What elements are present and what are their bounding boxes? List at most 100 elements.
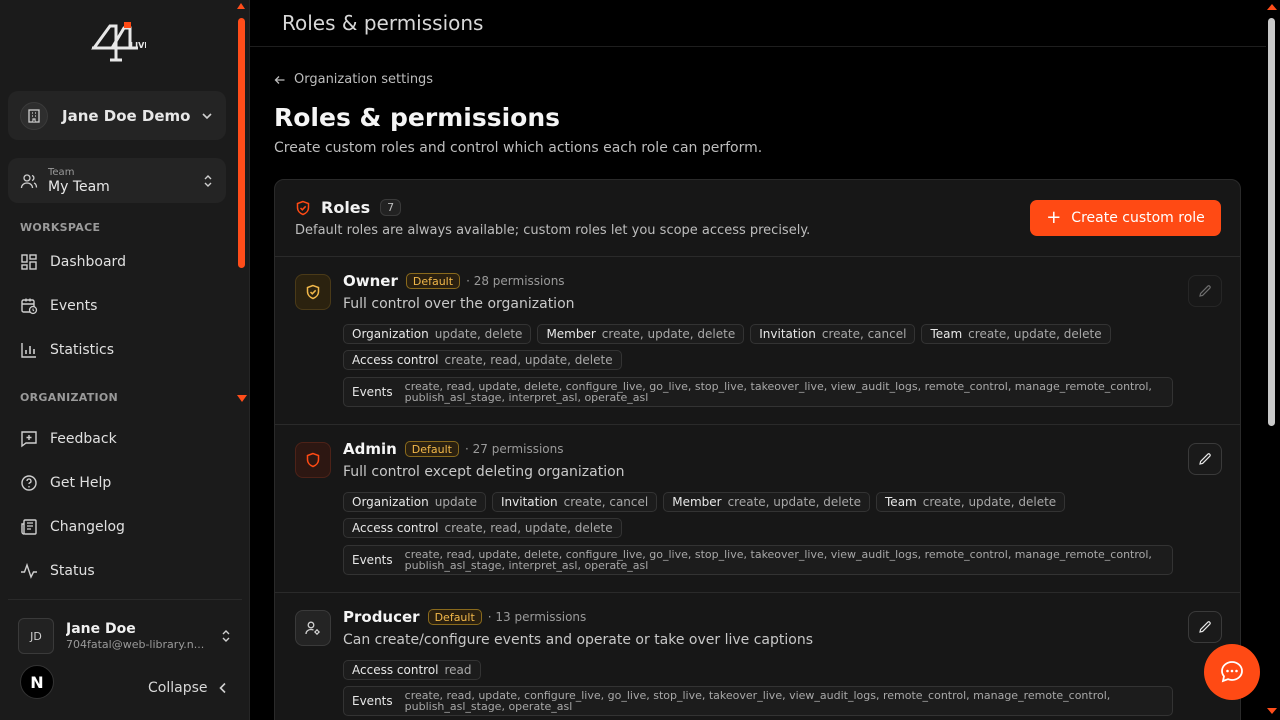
organization-name: Jane Doe Demo — [62, 106, 191, 125]
chip-actions: read — [444, 663, 472, 677]
role-description: Full control except deleting organizatio… — [343, 464, 625, 480]
chip-actions: create, cancel — [563, 495, 649, 509]
events-permission-chip: Events create, read, update, delete, con… — [343, 545, 1173, 575]
role-description: Can create/configure events and operate … — [343, 632, 814, 648]
sidebar-item-dashboard[interactable]: Dashboard — [20, 250, 126, 274]
scroll-up-arrow-icon[interactable] — [237, 3, 245, 9]
team-switcher[interactable]: Team My Team — [8, 158, 226, 203]
sidebar-item-get-help[interactable]: Get Help — [20, 471, 111, 495]
permission-chip: Invitation create, cancel — [492, 492, 658, 512]
sidebar-item-events[interactable]: Events — [20, 294, 97, 318]
role-icon-producer — [295, 610, 331, 646]
chip-actions: create, read, update, delete — [444, 521, 613, 535]
roles-count-badge: 7 — [380, 199, 402, 216]
sidebar-item-label: Feedback — [50, 431, 117, 447]
events-permission-chip: Events create, read, update, delete, con… — [343, 377, 1173, 407]
pencil-icon — [1199, 621, 1211, 633]
main-scroll-thumb[interactable] — [1268, 18, 1275, 426]
chat-support-button[interactable] — [1204, 644, 1260, 700]
chat-bubble-icon — [1221, 661, 1243, 683]
message-plus-icon — [21, 431, 37, 448]
edit-role-button[interactable] — [1188, 443, 1222, 475]
permission-chip: Invitation create, cancel — [750, 324, 916, 344]
sidebar-item-label: Statistics — [50, 342, 114, 358]
page-title: Roles & permissions — [274, 103, 561, 132]
organization-switcher[interactable]: Jane Doe Demo — [8, 91, 226, 140]
edit-role-button[interactable] — [1188, 275, 1222, 307]
topbar-title: Roles & permissions — [282, 11, 484, 35]
back-to-organization-settings-link[interactable]: Organization settings — [274, 72, 433, 87]
chip-actions: create, read, update, configure_live, go… — [404, 689, 1111, 713]
scroll-down-arrow-icon[interactable] — [1267, 708, 1277, 714]
role-name: Admin — [343, 440, 397, 458]
chip-resource: Access control — [352, 521, 439, 535]
scroll-up-arrow-icon[interactable] — [1267, 4, 1277, 10]
chip-actions: create, update, delete — [968, 327, 1102, 341]
nextjs-devtools-badge[interactable]: N — [20, 665, 54, 699]
permission-chip: Access control create, read, update, dele… — [343, 350, 622, 370]
permission-chip: Access control create, read, update, dele… — [343, 518, 622, 538]
sidebar-divider — [8, 599, 242, 600]
chip-actions: create, update, delete — [727, 495, 862, 509]
plus-icon: + — [1046, 207, 1062, 228]
role-row-producer: Producer Default · 13 permissions Can cr… — [275, 593, 1240, 720]
app-logo[interactable]: LIVE — [90, 18, 146, 64]
permission-chip: Member create, update, delete — [537, 324, 745, 344]
chip-actions: create, read, update, delete, configure_… — [404, 548, 1152, 572]
main-scrollbar[interactable] — [1266, 0, 1278, 720]
roles-title: Roles — [321, 198, 371, 217]
chevron-down-icon — [202, 112, 212, 119]
role-name: Producer — [343, 608, 420, 626]
collapse-label: Collapse — [148, 680, 208, 696]
shield-check-icon — [306, 284, 320, 300]
sidebar-item-label: Changelog — [50, 519, 125, 535]
chip-actions: create, update, delete — [601, 327, 736, 341]
shield-check-icon — [296, 200, 310, 215]
role-row-owner: Owner Default · 28 permissions Full cont… — [275, 257, 1240, 425]
user-name: Jane Doe — [66, 620, 136, 637]
default-badge: Default — [404, 441, 459, 457]
sidebar-scroll-thumb[interactable] — [238, 18, 245, 268]
collapse-sidebar-button[interactable]: Collapse — [148, 680, 228, 696]
chip-actions: create, read, update, delete, configure_… — [404, 380, 1152, 404]
sidebar-item-label: Get Help — [50, 475, 112, 491]
default-badge: Default — [405, 273, 461, 289]
role-row-admin: Admin Default · 27 permissions Full cont… — [275, 425, 1240, 593]
sidebar-item-status[interactable]: Status — [20, 559, 95, 583]
avatar: JD — [18, 618, 54, 654]
permission-chips: Organization update Invitation create, can… — [343, 492, 1173, 538]
main-content: Roles & permissions Organization setting… — [250, 0, 1280, 720]
sidebar-item-changelog[interactable]: Changelog — [20, 515, 125, 539]
activity-icon — [21, 562, 37, 579]
pencil-icon — [1199, 285, 1211, 297]
page-description: Create custom roles and control which ac… — [274, 140, 763, 156]
chip-resource: Team — [885, 495, 917, 509]
sidebar-item-feedback[interactable]: Feedback — [20, 427, 117, 451]
top-bar: Roles & permissions — [250, 0, 1266, 47]
chip-resource: Member — [546, 327, 596, 341]
chevron-up-down-icon — [222, 630, 230, 642]
create-custom-role-button[interactable]: + Create custom role — [1030, 200, 1221, 236]
roles-subtitle: Default roles are always available; cust… — [295, 223, 811, 238]
scroll-down-arrow-icon[interactable] — [237, 395, 247, 402]
default-badge: Default — [427, 609, 482, 625]
dashboard-icon — [21, 254, 37, 270]
chip-actions: create, cancel — [821, 327, 907, 341]
back-link-label: Organization settings — [294, 72, 434, 87]
sidebar: LIVE Jane Doe Demo Team My Team WORKSPAC… — [0, 0, 250, 720]
sidebar-scrollbar[interactable] — [237, 0, 247, 720]
user-menu[interactable]: JD Jane Doe 704fatal@web-library.n... — [18, 617, 232, 655]
roles-card: Roles 7 Default roles are always availab… — [274, 179, 1241, 720]
edit-role-button[interactable] — [1188, 611, 1222, 643]
chevron-up-down-icon — [204, 174, 212, 187]
sidebar-item-statistics[interactable]: Statistics — [20, 338, 114, 362]
chip-resource: Organization — [352, 495, 429, 509]
shield-icon — [306, 452, 320, 468]
workspace-section-label: WORKSPACE — [20, 221, 101, 234]
calendar-clock-icon — [21, 298, 38, 315]
organization-section-label: ORGANIZATION — [20, 391, 119, 404]
permission-count: · 13 permissions — [487, 610, 587, 624]
user-email: 704fatal@web-library.n... — [66, 637, 205, 651]
permission-count: · 28 permissions — [466, 274, 565, 288]
chip-resource: Events — [352, 694, 393, 708]
